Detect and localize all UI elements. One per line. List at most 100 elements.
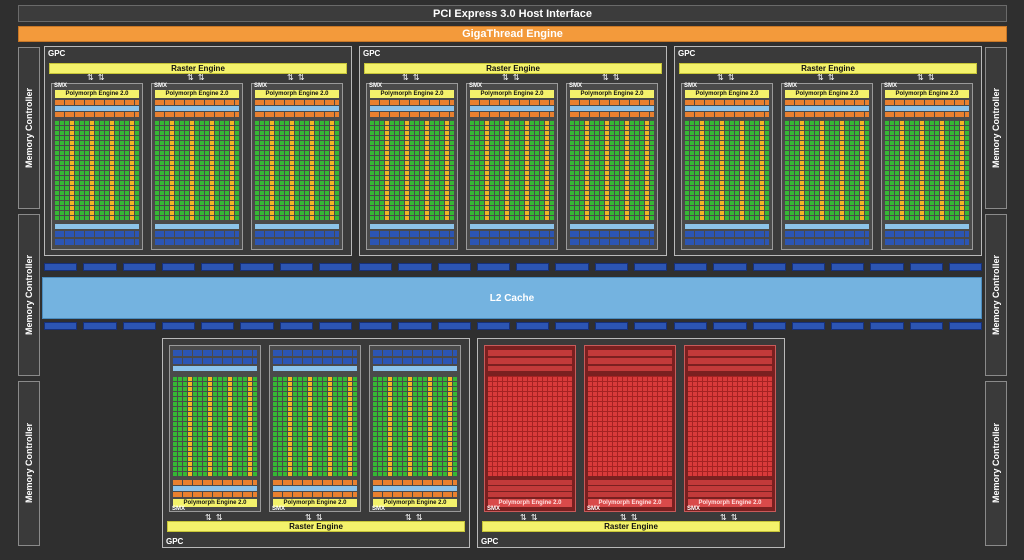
blue-unit-row xyxy=(373,358,457,364)
light-blue-row xyxy=(373,486,457,491)
blue-unit-row xyxy=(785,231,869,237)
polymorph-engine: Polymorph Engine 2.0 xyxy=(588,499,672,507)
orange-unit-row xyxy=(173,492,257,497)
light-blue-row xyxy=(370,224,454,229)
data-flow-arrows: ⇅ ⇅ xyxy=(187,73,206,82)
smx-disabled: Polymorph Engine 2.0 SMX xyxy=(484,345,576,512)
orange-unit-row xyxy=(273,480,357,485)
cuda-core-grid xyxy=(685,120,769,220)
light-blue-row xyxy=(255,106,339,111)
blue-unit-row xyxy=(488,350,572,356)
cuda-core-grid xyxy=(785,120,869,220)
gpc-label: GPC xyxy=(48,49,66,58)
blue-unit-row xyxy=(785,239,869,245)
data-flow-arrows: ⇅ ⇅ xyxy=(602,73,621,82)
light-blue-row xyxy=(685,224,769,229)
memory-controller-right-mid: Memory Controller xyxy=(985,214,1007,376)
memory-row xyxy=(359,263,667,271)
polymorph-engine: Polymorph Engine 2.0 xyxy=(155,90,239,98)
orange-unit-row xyxy=(55,100,139,105)
memory-controller-label: Memory Controller xyxy=(24,87,34,168)
blue-unit-row xyxy=(685,231,769,237)
polymorph-engine: Polymorph Engine 2.0 xyxy=(173,499,257,507)
polymorph-engine: Polymorph Engine 2.0 xyxy=(470,90,554,98)
polymorph-engine: Polymorph Engine 2.0 xyxy=(685,90,769,98)
light-blue-row xyxy=(685,106,769,111)
data-flow-arrows: ⇅ ⇅ xyxy=(405,513,424,522)
smx: SMX Polymorph Engine 2.0 xyxy=(681,83,773,250)
orange-unit-row xyxy=(685,112,769,117)
cuda-core-grid xyxy=(273,376,357,476)
light-blue-row xyxy=(885,224,969,229)
polymorph-engine: Polymorph Engine 2.0 xyxy=(885,90,969,98)
memory-controller-right-top: Memory Controller xyxy=(985,47,1007,209)
light-blue-row xyxy=(173,486,257,491)
light-blue-row xyxy=(688,486,772,491)
cuda-core-grid xyxy=(588,376,672,476)
smx-disabled: Polymorph Engine 2.0 SMX xyxy=(584,345,676,512)
blue-unit-row xyxy=(470,239,554,245)
orange-unit-row xyxy=(688,492,772,497)
blue-unit-row xyxy=(255,231,339,237)
pcie-host-interface: PCI Express 3.0 Host Interface xyxy=(18,5,1007,22)
light-blue-row xyxy=(255,224,339,229)
data-flow-arrows: ⇅ ⇅ xyxy=(305,513,324,522)
smx: SMX Polymorph Engine 2.0 xyxy=(251,83,343,250)
blue-unit-row xyxy=(588,358,672,364)
light-blue-row xyxy=(688,366,772,371)
gpc-3: GPC Raster Engine SMX Polymorph Engine 2.… xyxy=(674,46,982,256)
orange-unit-row xyxy=(570,100,654,105)
blue-unit-row xyxy=(685,239,769,245)
light-blue-row xyxy=(470,106,554,111)
polymorph-engine: Polymorph Engine 2.0 xyxy=(570,90,654,98)
orange-unit-row xyxy=(488,492,572,497)
orange-unit-row xyxy=(273,492,357,497)
orange-unit-row xyxy=(885,100,969,105)
light-blue-row xyxy=(55,224,139,229)
blue-unit-row xyxy=(688,350,772,356)
data-flow-arrows: ⇅ ⇅ xyxy=(87,73,106,82)
polymorph-engine: Polymorph Engine 2.0 xyxy=(373,499,457,507)
smx-label: SMX xyxy=(569,83,583,89)
smx: Polymorph Engine 2.0 SMX xyxy=(269,345,361,512)
memory-controller-label: Memory Controller xyxy=(24,254,34,335)
orange-unit-row xyxy=(55,112,139,117)
smx: SMX Polymorph Engine 2.0 xyxy=(151,83,243,250)
orange-unit-row xyxy=(373,480,457,485)
data-flow-arrows: ⇅ ⇅ xyxy=(205,513,224,522)
smx: SMX Polymorph Engine 2.0 xyxy=(781,83,873,250)
blue-unit-row xyxy=(470,231,554,237)
orange-unit-row xyxy=(488,480,572,485)
blue-unit-row xyxy=(155,239,239,245)
smx: Polymorph Engine 2.0 SMX xyxy=(169,345,261,512)
cuda-core-grid xyxy=(373,376,457,476)
memory-row xyxy=(674,263,982,271)
cuda-core-grid xyxy=(885,120,969,220)
light-blue-row xyxy=(785,106,869,111)
data-flow-arrows: ⇅ ⇅ xyxy=(620,513,639,522)
smx-label: SMX xyxy=(172,506,186,512)
polymorph-engine: Polymorph Engine 2.0 xyxy=(55,90,139,98)
smx: SMX Polymorph Engine 2.0 xyxy=(466,83,558,250)
light-blue-row xyxy=(273,366,357,371)
light-blue-row xyxy=(570,224,654,229)
light-blue-row xyxy=(155,224,239,229)
gigathread-engine: GigaThread Engine xyxy=(18,26,1007,42)
cuda-core-grid xyxy=(55,120,139,220)
smx-label: SMX xyxy=(487,506,501,512)
cuda-core-grid xyxy=(370,120,454,220)
data-flow-arrows: ⇅ ⇅ xyxy=(817,73,836,82)
gpc-label: GPC xyxy=(481,537,499,546)
memory-controller-label: Memory Controller xyxy=(991,254,1001,335)
blue-unit-row xyxy=(173,350,257,356)
data-flow-arrows: ⇅ ⇅ xyxy=(287,73,306,82)
orange-unit-row xyxy=(373,492,457,497)
light-blue-row xyxy=(470,224,554,229)
blue-unit-row xyxy=(373,350,457,356)
smx: SMX Polymorph Engine 2.0 xyxy=(366,83,458,250)
gpc-label: GPC xyxy=(166,537,184,546)
blue-unit-row xyxy=(273,358,357,364)
orange-unit-row xyxy=(173,480,257,485)
orange-unit-row xyxy=(155,112,239,117)
smx-label: SMX xyxy=(372,506,386,512)
